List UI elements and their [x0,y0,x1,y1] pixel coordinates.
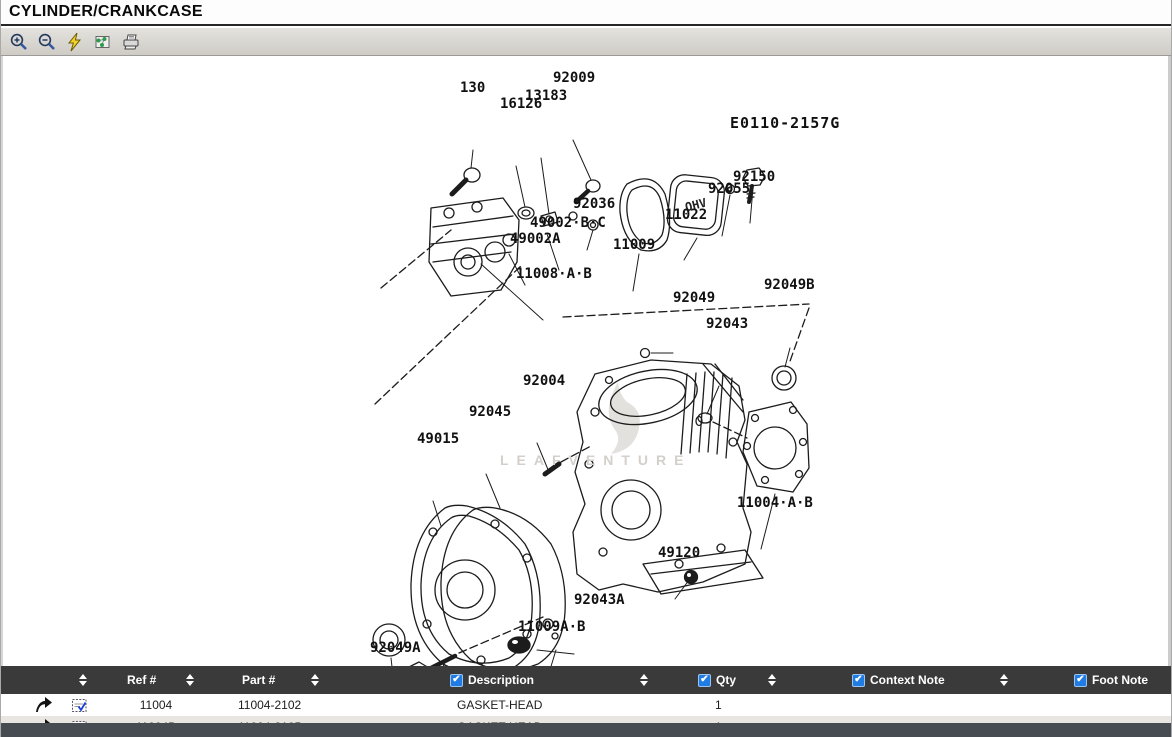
part-notes-button[interactable] [71,694,88,716]
part-label-11009[interactable]: 11009 [613,237,655,253]
part-label-92150[interactable]: 92150 [733,169,775,185]
column-header-description[interactable]: ✔Description [450,666,534,694]
jump-to-part-button[interactable] [33,716,53,723]
sort-control-qty[interactable] [768,666,776,694]
cell-description: GASKET-HEAD [457,716,542,723]
part-label-11022[interactable]: 11022 [665,207,707,223]
jump-to-part-button[interactable] [33,694,53,716]
context-note-checkbox[interactable]: ✔ [852,674,865,687]
cell-ref: 11004 [121,694,191,716]
qty-checkbox[interactable]: ✔ [698,674,711,687]
lightning-button[interactable] [63,30,87,54]
part-label-92049B[interactable]: 92049B [764,277,815,293]
lightning-icon [65,32,85,52]
part-label-11009AB[interactable]: 11009A·B [518,619,585,635]
zoom-out-icon [37,32,57,52]
parts-table-body: 11004 11004-2102 GASKET-HEAD 1 11004B [1,694,1171,723]
zoom-out-button[interactable] [35,30,59,54]
sort-arrows-icon[interactable] [1000,674,1008,686]
cell-description: GASKET-HEAD [457,694,542,716]
sort-arrows-icon[interactable] [311,674,319,686]
part-label-92049[interactable]: 92049 [673,290,715,306]
diagram-toolbar [1,28,1171,56]
printer-icon [121,32,141,52]
hotspot-button[interactable] [91,30,115,54]
cell-part: 11004-2102 [238,694,301,716]
hotspot-image-icon [93,32,113,52]
part-label-49002BC[interactable]: 49002·B·C [530,215,606,231]
page-title-bar: CYLINDER/CRANKCASE [1,0,1171,26]
cell-ref: 11004B [121,716,191,723]
cell-qty: 1 [715,694,722,716]
part-label-92045[interactable]: 92045 [469,404,511,420]
part-label-92043[interactable]: 92043 [706,316,748,332]
exploded-engine-diagram: OHV [3,56,1172,737]
part-label-49015[interactable]: 49015 [417,431,459,447]
sort-arrows-icon[interactable] [186,674,194,686]
sort-control-description[interactable] [640,666,648,694]
page-title: CYLINDER/CRANKCASE [9,3,203,21]
part-label-92043A[interactable]: 92043A [574,592,625,608]
column-header-context-note[interactable]: ✔Context Note [852,666,945,694]
sort-arrows-icon[interactable] [640,674,648,686]
part-label-16126[interactable]: 16126 [500,96,542,112]
curved-arrow-icon [33,695,53,715]
zoom-in-icon [9,32,29,52]
table-row[interactable]: 11004B 11004-2105 GASKET-HEAD 1 [1,716,1171,723]
part-label-92049A[interactable]: 92049A [370,640,421,656]
column-header-ref[interactable]: Ref # [127,666,156,694]
part-label-92036[interactable]: 92036 [573,196,615,212]
watermark-flame [609,382,640,454]
diagram-canvas[interactable]: OHV [1,56,1171,666]
hardware-drawing [405,464,559,683]
part-label-11008AB[interactable]: 11008·A·B [516,266,592,282]
sort-control-part[interactable] [311,666,319,694]
sort-control-ref[interactable] [79,666,87,694]
part-label-11004AB[interactable]: 11004·A·B [737,495,813,511]
cell-qty: 1 [715,716,722,723]
sort-control-context[interactable] [1000,666,1008,694]
foot-note-checkbox[interactable]: ✔ [1074,674,1087,687]
print-button[interactable] [119,30,143,54]
part-label-49002A[interactable]: 49002A [510,231,561,247]
bottom-bar [1,723,1171,737]
side-plate-drawing [743,366,809,492]
cell-part: 11004-2105 [238,716,301,723]
table-row[interactable]: 11004 11004-2102 GASKET-HEAD 1 [1,694,1171,716]
parts-table-header: Ref # Part # ✔Description ✔Qty ✔Context … [1,666,1171,694]
column-header-part[interactable]: Part # [242,666,275,694]
part-label-92004[interactable]: 92004 [523,373,565,389]
part-notes-button[interactable] [71,716,88,723]
parts-catalog-window: CYLINDER/CRANKCASE [0,0,1172,737]
diagram-code: E0110-2157G [730,114,840,132]
part-label-49120[interactable]: 49120 [658,545,700,561]
sort-control-ref2[interactable] [186,666,194,694]
watermark-text: LEAFVENTURE [500,452,691,468]
description-checkbox[interactable]: ✔ [450,674,463,687]
part-label-92009[interactable]: 92009 [553,70,595,86]
part-label-130[interactable]: 130 [460,80,485,96]
column-header-qty[interactable]: ✔Qty [698,666,736,694]
notes-check-icon [71,697,88,714]
zoom-in-button[interactable] [7,30,31,54]
sort-arrows-icon[interactable] [768,674,776,686]
column-header-foot-note[interactable]: ✔Foot Note [1074,666,1148,694]
sort-arrows-icon[interactable] [79,674,87,686]
